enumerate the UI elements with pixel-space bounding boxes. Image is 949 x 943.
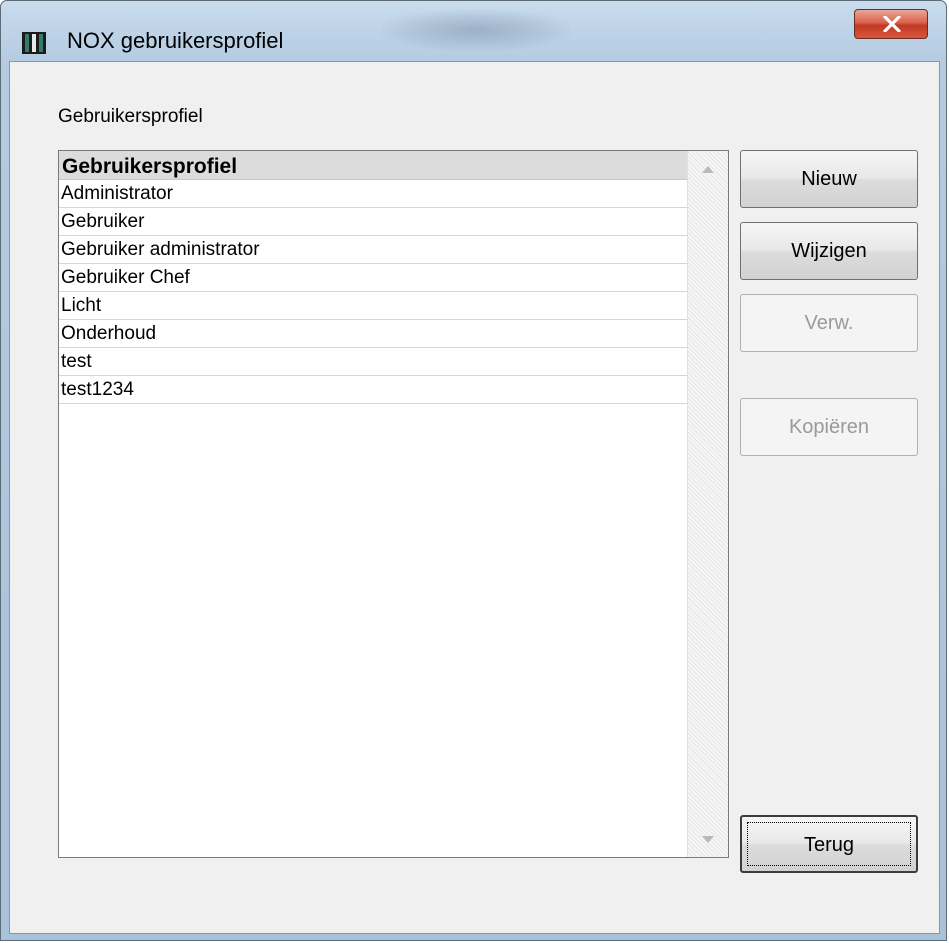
scroll-up-arrow-icon[interactable]: [692, 153, 724, 185]
dialog-window: NOX gebruikersprofiel Gebruikersprofiel …: [0, 0, 947, 941]
vertical-scrollbar[interactable]: [687, 151, 728, 857]
profile-listbox[interactable]: Gebruikersprofiel Administrator Gebruike…: [58, 150, 729, 858]
list-item[interactable]: Gebruiker administrator: [59, 236, 687, 264]
back-button[interactable]: Terug: [740, 815, 918, 873]
window-title: NOX gebruikersprofiel: [67, 28, 284, 53]
title-bar[interactable]: NOX gebruikersprofiel: [1, 1, 946, 61]
close-x-icon: [883, 16, 901, 32]
new-button[interactable]: Nieuw: [740, 150, 918, 208]
list-item[interactable]: Licht: [59, 292, 687, 320]
dialog-client-area: Gebruikersprofiel Gebruikersprofiel Admi…: [9, 61, 940, 934]
list-item[interactable]: Onderhoud: [59, 320, 687, 348]
delete-button[interactable]: Verw.: [740, 294, 918, 352]
focus-rectangle: [747, 822, 911, 866]
title-bar-glass: [381, 9, 571, 51]
list-column-header[interactable]: Gebruikersprofiel: [59, 151, 687, 180]
list-item[interactable]: Gebruiker Chef: [59, 264, 687, 292]
list-item[interactable]: Administrator: [59, 180, 687, 208]
edit-button[interactable]: Wijzigen: [740, 222, 918, 280]
list-item[interactable]: Gebruiker: [59, 208, 687, 236]
scroll-down-arrow-icon[interactable]: [692, 823, 724, 855]
close-button[interactable]: [854, 9, 928, 39]
list-item[interactable]: test: [59, 348, 687, 376]
profile-list-rows: Administrator Gebruiker Gebruiker admini…: [59, 180, 687, 404]
profile-group-label: Gebruikersprofiel: [58, 106, 203, 127]
copy-button[interactable]: Kopiëren: [740, 398, 918, 456]
nox-app-icon[interactable]: [22, 32, 46, 54]
list-item[interactable]: test1234: [59, 376, 687, 404]
